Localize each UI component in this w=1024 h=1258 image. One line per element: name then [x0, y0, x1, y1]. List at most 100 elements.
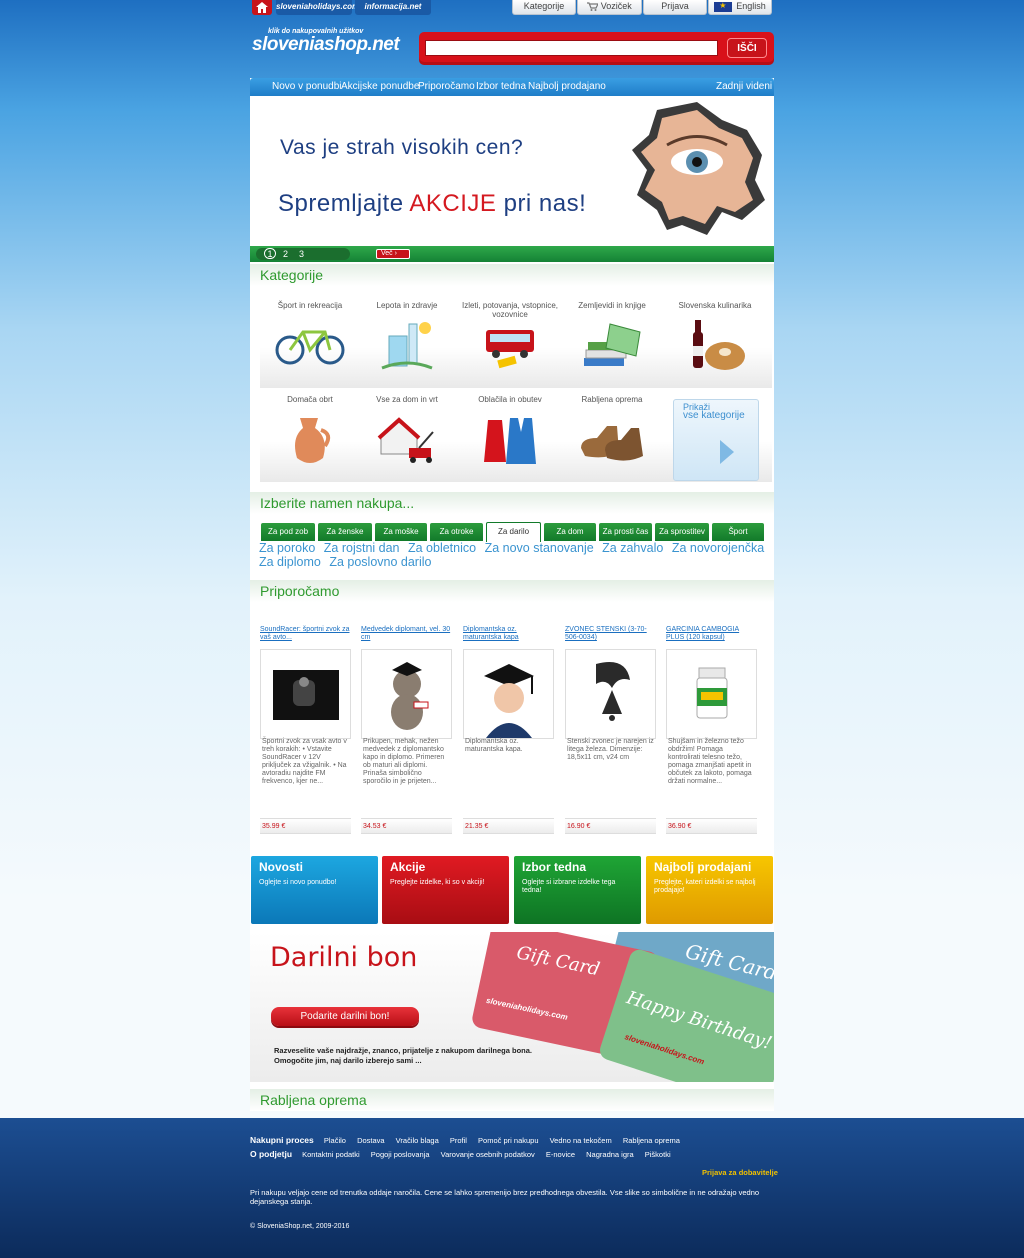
- link-za-poroko[interactable]: Za poroko: [259, 541, 315, 555]
- tab-za-darilo[interactable]: Za darilo: [486, 522, 541, 542]
- link-za-poslovno-darilo[interactable]: Za poslovno darilo: [329, 555, 431, 569]
- product-card: ZVONEC STENSKI (3-70-506-0034) Stenski z…: [565, 626, 657, 834]
- tab-za-prosti-cas[interactable]: Za prosti čas: [599, 523, 652, 541]
- tab-za-sprostitev[interactable]: Za sprostitev: [655, 523, 709, 541]
- footer-disclaimer: Pri nakupu veljajo cene od trenutka odda…: [250, 1188, 760, 1206]
- product-title[interactable]: GARCINIA CAMBOGIA PLUS (120 kapsul): [666, 626, 758, 646]
- show-all-categories[interactable]: Prikaži vse kategorije: [673, 399, 759, 481]
- nav-recommend[interactable]: Priporočamo: [418, 78, 475, 96]
- tab-za-pod-zob[interactable]: Za pod zob: [261, 523, 315, 541]
- product-image[interactable]: [260, 649, 351, 739]
- footer-link[interactable]: Profil: [450, 1136, 467, 1145]
- product-title[interactable]: Medvedek diplomant, vel. 30 cm: [361, 626, 453, 646]
- footer-link[interactable]: E-novice: [546, 1150, 575, 1159]
- login-tab[interactable]: Prijava: [643, 0, 707, 15]
- cart-icon: [587, 2, 600, 12]
- eye-illustration: [632, 102, 765, 235]
- english-tab[interactable]: English: [708, 0, 772, 15]
- logo-name: sloveniashop.net: [252, 34, 400, 55]
- tab-sport[interactable]: Šport: [712, 523, 764, 541]
- nav-recently-viewed[interactable]: Zadnji videni: [716, 78, 772, 96]
- categories-tab[interactable]: Kategorije: [512, 0, 576, 15]
- product-image[interactable]: [565, 649, 656, 739]
- link-za-obletnico[interactable]: Za obletnico: [408, 541, 476, 555]
- product-title[interactable]: SoundRacer: športni zvok za vaš avto...: [260, 626, 352, 646]
- books-icon: [584, 323, 641, 366]
- promo-banner[interactable]: Vas je strah visokih cen? Spremljajte AK…: [252, 98, 772, 246]
- search-bar: IŠČI: [419, 32, 774, 65]
- footer-link[interactable]: Nagradna igra: [586, 1150, 634, 1159]
- footer-link[interactable]: Dostava: [357, 1136, 385, 1145]
- link-za-diplomo[interactable]: Za diplomo: [259, 555, 321, 569]
- recommended-header: Priporočamo: [250, 580, 774, 602]
- footer-link[interactable]: Plačilo: [324, 1136, 346, 1145]
- product-image[interactable]: [666, 649, 757, 739]
- pager-2[interactable]: 2: [283, 248, 288, 260]
- nav-sales[interactable]: Akcijske ponudbe: [341, 78, 419, 96]
- category-label: Domača obrt: [287, 395, 333, 404]
- nav-weekly[interactable]: Izbor tedna: [476, 78, 526, 96]
- search-button[interactable]: IŠČI: [727, 38, 767, 58]
- footer-link[interactable]: Rabljena oprema: [623, 1136, 680, 1145]
- footer-link[interactable]: Pogoji poslovanja: [371, 1150, 430, 1159]
- footer-link[interactable]: Pomoč pri nakupu: [478, 1136, 538, 1145]
- promo-novosti[interactable]: Novosti Oglejte si novo ponudbo!: [251, 856, 378, 924]
- cart-tab-label: Voziček: [600, 1, 632, 11]
- product-title[interactable]: ZVONEC STENSKI (3-70-506-0034): [565, 626, 657, 646]
- pager-3[interactable]: 3: [299, 248, 304, 260]
- footer-link[interactable]: Vračilo blaga: [396, 1136, 439, 1145]
- bus-tickets-icon: [486, 330, 534, 369]
- category-travel[interactable]: Izleti, potovanja, vstopnice, vozovnice: [460, 298, 560, 386]
- gift-card-button[interactable]: Podarite darilni bon!: [271, 1007, 419, 1026]
- site-logo[interactable]: klik do nakupovalnih užitkov sloveniasho…: [252, 28, 400, 64]
- pager-1[interactable]: 1: [264, 248, 276, 259]
- category-crafts[interactable]: Domača obrt: [260, 392, 360, 480]
- category-home-garden[interactable]: Vse za dom in vrt: [357, 392, 457, 480]
- category-clothing[interactable]: Oblačila in obutev: [460, 392, 560, 480]
- footer-link[interactable]: Kontaktni podatki: [302, 1150, 360, 1159]
- product-image[interactable]: [463, 649, 554, 739]
- nav-bestsellers[interactable]: Najbolj prodajano: [528, 78, 606, 96]
- link-za-rojstni-dan[interactable]: Za rojstni dan: [324, 541, 400, 555]
- cart-tab[interactable]: Voziček: [577, 0, 642, 15]
- category-beauty[interactable]: Lepota in zdravje: [357, 298, 457, 386]
- category-used-equipment[interactable]: Rabljena oprema: [562, 392, 662, 480]
- used-equipment-header: Rabljena oprema: [250, 1089, 774, 1111]
- jug-icon: [295, 418, 331, 463]
- banner-line-1: Vas je strah visokih cen?: [280, 136, 524, 159]
- gift-card-banner[interactable]: Darilni bon Podarite darilni bon! Razves…: [250, 932, 774, 1082]
- sloveniaholidays-tab[interactable]: sloveniaholidays.com: [276, 0, 359, 15]
- eu-flag-icon: [714, 0, 733, 12]
- category-sport[interactable]: Šport in rekreacija: [260, 298, 360, 386]
- promo-izbor-tedna[interactable]: Izbor tedna Oglejte si izbrane izdelke t…: [514, 856, 641, 924]
- promo-akcije[interactable]: Akcije Preglejte izdelke, ki so v akciji…: [382, 856, 509, 924]
- promo-description: Oglejte si izbrane izdelke tega tedna!: [522, 879, 616, 894]
- tab-za-otroke[interactable]: Za otroke: [430, 523, 483, 541]
- informacija-tab[interactable]: informacija.net: [355, 0, 431, 15]
- product-image[interactable]: [361, 649, 452, 739]
- link-za-novorojencka[interactable]: Za novorojenčka: [672, 541, 764, 555]
- more-button[interactable]: Več ›: [376, 249, 410, 259]
- search-input[interactable]: [425, 40, 718, 56]
- category-culinary[interactable]: Slovenska kulinarika: [665, 298, 765, 386]
- tab-za-dom[interactable]: Za dom: [544, 523, 596, 541]
- tab-za-zenske[interactable]: Za ženske: [318, 523, 372, 541]
- footer-link[interactable]: Vedno na tekočem: [550, 1136, 612, 1145]
- tab-za-moske[interactable]: Za moške: [375, 523, 427, 541]
- home-button[interactable]: [252, 0, 272, 15]
- product-card: SoundRacer: športni zvok za vaš avto... …: [260, 626, 352, 834]
- product-title[interactable]: Diplomantska oz. maturantska kapa: [463, 626, 555, 646]
- show-all-label-2: vse kategorije: [683, 410, 745, 421]
- promo-najbolj-prodajani[interactable]: Najbolj prodajani Preglejte, kateri izde…: [646, 856, 773, 924]
- footer-link[interactable]: Varovanje osebnih podatkov: [441, 1150, 535, 1159]
- supplier-login-link[interactable]: Prijava za dobavitelje: [702, 1168, 778, 1177]
- footer-link[interactable]: Piškotki: [645, 1150, 671, 1159]
- categories-header: Kategorije: [250, 264, 774, 286]
- nav-new[interactable]: Novo v ponudbi: [272, 78, 342, 96]
- promo-description: Preglejte, kateri izdelki se najbolj pro…: [654, 879, 756, 894]
- category-label: Šport in rekreacija: [277, 301, 343, 310]
- link-za-novo-stanovanje[interactable]: Za novo stanovanje: [485, 541, 594, 555]
- category-maps-books[interactable]: Zemljevidi in knjige: [562, 298, 662, 386]
- product-price: 34.53 €: [361, 818, 452, 834]
- link-za-zahvalo[interactable]: Za zahvalo: [602, 541, 663, 555]
